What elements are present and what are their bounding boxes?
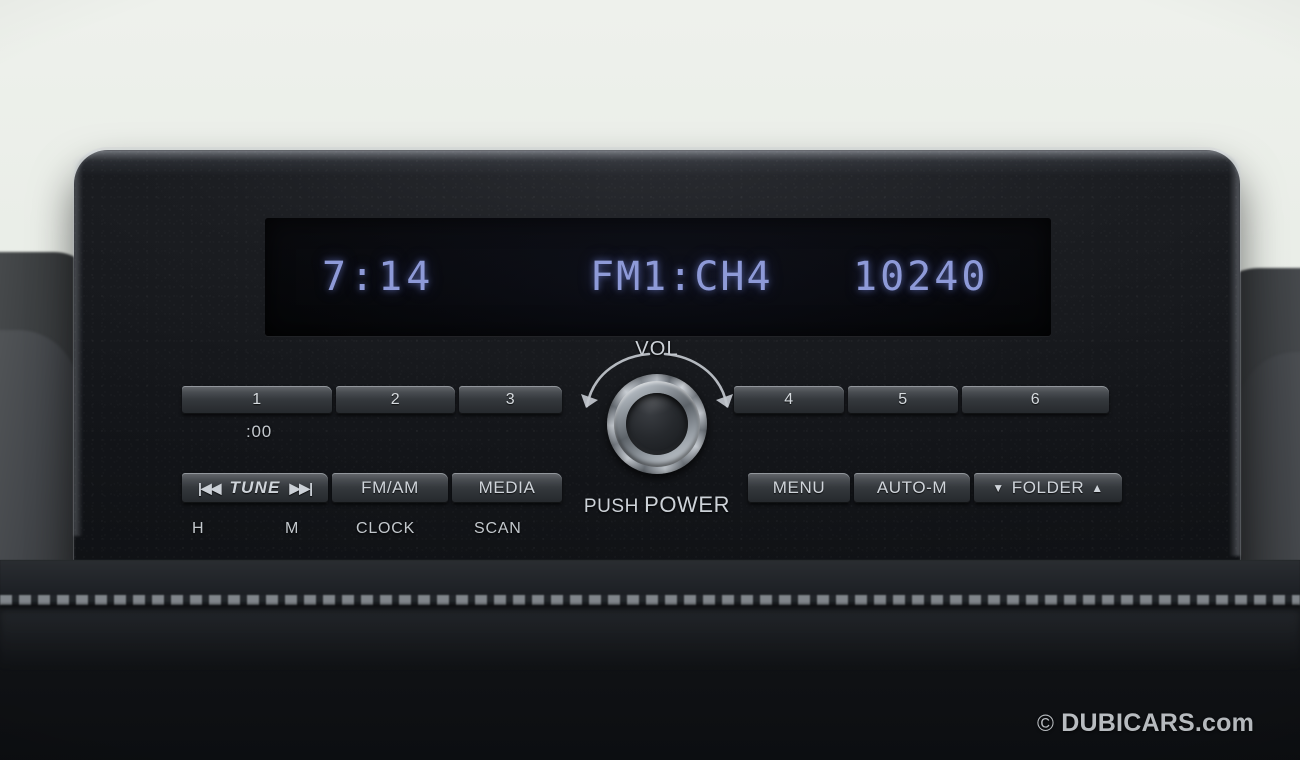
volume-knob-assembly[interactable]: VOL PUSH POWER [581, 338, 733, 517]
power-label: POWER [644, 492, 731, 517]
auto-m-button[interactable]: AUTO-M [854, 473, 970, 503]
preset-button-5[interactable]: 5 [848, 386, 958, 414]
preset-button-2-label: 2 [390, 391, 401, 408]
preset-button-1[interactable]: 1 [182, 386, 332, 414]
volume-label: VOL [635, 338, 679, 360]
push-power-label: PUSH POWER [557, 492, 757, 518]
preset-button-3-label: 3 [505, 391, 516, 408]
auto-m-button-label: AUTO-M [876, 478, 948, 497]
fm-am-sublabel-clock: CLOCK [356, 520, 416, 537]
folder-button-label: FOLDER [1011, 478, 1085, 497]
tune-button[interactable]: |◀◀ TUNE ▶▶| [182, 473, 328, 503]
preset-button-5-label: 5 [898, 391, 908, 408]
bezel-left-highlight [74, 156, 83, 536]
preset-button-4-label: 4 [784, 391, 794, 408]
lcd-source-readout: FM1:CH4 [590, 254, 773, 300]
preset-button-1-label: 1 [252, 391, 262, 408]
skip-previous-icon: |◀◀ [198, 479, 221, 496]
bezel-top-highlight [74, 150, 1240, 176]
fm-am-button[interactable]: FM/AM [332, 473, 448, 503]
radio-head-unit: 7:14 FM1:CH4 10240 1 2 3 :00 4 5 6 |◀◀ T… [74, 150, 1240, 580]
fm-am-button-label: FM/AM [361, 478, 419, 497]
tune-sublabel-hours: H [192, 520, 205, 537]
menu-button[interactable]: MENU [748, 473, 850, 503]
preset-button-6[interactable]: 6 [962, 386, 1109, 414]
volume-knob-face[interactable] [626, 393, 688, 455]
copyright-icon: © [1036, 710, 1055, 736]
tune-button-label: TUNE [229, 478, 281, 497]
lcd-frequency-readout: 10240 [853, 254, 989, 300]
media-button[interactable]: MEDIA [452, 473, 562, 503]
preset-button-2[interactable]: 2 [336, 386, 455, 414]
preset-button-6-label: 6 [1030, 391, 1041, 408]
folder-down-arrow-icon: ▼ [992, 481, 1005, 495]
media-button-label: MEDIA [478, 478, 536, 497]
watermark: © DUBICARS.com [1037, 709, 1254, 738]
menu-button-label: MENU [772, 478, 826, 497]
preset-1-sublabel-minutes: :00 [246, 422, 273, 441]
folder-button[interactable]: ▼ FOLDER ▲ [974, 473, 1122, 503]
bezel-right-highlight [1229, 156, 1240, 556]
preset-button-4[interactable]: 4 [734, 386, 844, 414]
lower-dashboard-sheen [0, 610, 1300, 670]
watermark-brand: DUBICARS.com [1061, 709, 1254, 737]
push-label: PUSH [583, 496, 640, 517]
preset-button-3[interactable]: 3 [459, 386, 562, 414]
folder-up-arrow-icon: ▲ [1091, 481, 1104, 495]
lcd-clock-readout: 7:14 [322, 254, 435, 300]
lcd-display: 7:14 FM1:CH4 10240 [265, 218, 1051, 336]
tune-sublabel-minutes: M [285, 520, 300, 537]
skip-next-icon: ▶▶| [289, 479, 313, 496]
media-sublabel-scan: SCAN [474, 520, 522, 537]
car-stereo-scene: 7:14 FM1:CH4 10240 1 2 3 :00 4 5 6 |◀◀ T… [0, 0, 1300, 760]
